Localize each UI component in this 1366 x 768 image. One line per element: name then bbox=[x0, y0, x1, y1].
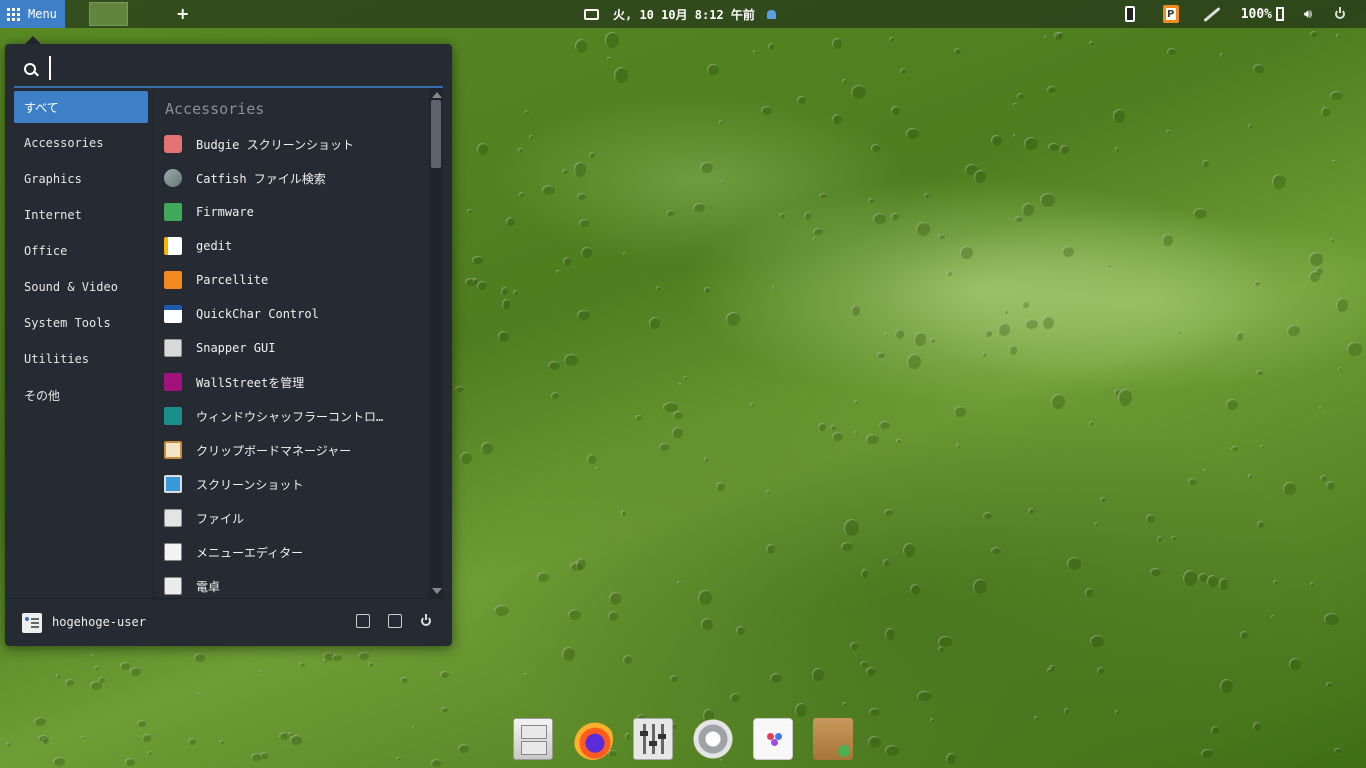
search-underline bbox=[14, 86, 443, 88]
app-quickchar[interactable]: QuickChar Control bbox=[164, 298, 424, 330]
application-menu: すべて Accessories Graphics Internet Office… bbox=[5, 44, 452, 646]
category-graphics[interactable]: Graphics bbox=[14, 163, 148, 195]
app-clipboard-manager[interactable]: クリップボードマネージャー bbox=[164, 434, 424, 466]
app-snapper-gui[interactable]: Snapper GUI bbox=[164, 332, 424, 364]
category-accessories[interactable]: Accessories bbox=[14, 127, 148, 159]
app-label: Parcellite bbox=[196, 273, 269, 287]
category-utilities[interactable]: Utilities bbox=[14, 343, 148, 375]
search-input[interactable] bbox=[49, 56, 447, 80]
category-list: すべて Accessories Graphics Internet Office… bbox=[5, 90, 154, 598]
app-label: スクリーンショット bbox=[196, 477, 304, 492]
app-wallstreet[interactable]: WallStreetを管理 bbox=[164, 366, 424, 398]
system-settings-icon[interactable] bbox=[388, 614, 402, 628]
package-installer-icon[interactable] bbox=[813, 718, 853, 760]
stylus-tray-icon[interactable] bbox=[1201, 0, 1223, 28]
catfish-icon bbox=[164, 169, 182, 187]
category-internet[interactable]: Internet bbox=[14, 199, 148, 231]
app-label: Catfish ファイル検索 bbox=[196, 171, 326, 186]
parcellite-icon bbox=[164, 271, 182, 289]
firmware-icon bbox=[164, 203, 182, 221]
app-label: クリップボードマネージャー bbox=[196, 443, 352, 458]
system-tray: P 100% 🔊︎ bbox=[1119, 0, 1366, 28]
app-calculator[interactable]: 電卓 bbox=[164, 570, 424, 598]
app-label: Firmware bbox=[196, 205, 254, 219]
snapper-icon bbox=[164, 339, 182, 357]
category-sound-video[interactable]: Sound & Video bbox=[14, 271, 148, 303]
parcellite-tray-icon[interactable]: P bbox=[1161, 0, 1181, 28]
app-catfish[interactable]: Catfish ファイル検索 bbox=[164, 162, 424, 194]
files-icon bbox=[164, 509, 182, 527]
calculator-icon bbox=[164, 577, 182, 595]
battery-percent: 100% bbox=[1240, 6, 1272, 22]
workspace-switcher[interactable] bbox=[89, 2, 128, 26]
app-label: gedit bbox=[196, 239, 233, 253]
scrollbar-thumb[interactable] bbox=[431, 100, 441, 168]
category-all[interactable]: すべて bbox=[14, 91, 148, 123]
app-list: Accessories Budgie スクリーンショット Catfish ファイ… bbox=[154, 90, 428, 598]
clipboard-icon bbox=[164, 441, 182, 459]
firefox-icon[interactable] bbox=[573, 718, 613, 760]
battery-indicator[interactable]: 100% bbox=[1241, 0, 1284, 28]
clipboard-tray-icon[interactable] bbox=[1119, 0, 1141, 28]
app-grid-icon bbox=[7, 7, 20, 21]
app-label: WallStreetを管理 bbox=[196, 375, 305, 390]
top-panel: Menu + 火, 10 10月 8:12 午前 P 100% 🔊︎ bbox=[0, 0, 1366, 28]
app-menu-editor[interactable]: メニューエディター bbox=[164, 536, 424, 568]
files-icon[interactable] bbox=[513, 718, 553, 760]
app-window-shuffler[interactable]: ウィンドウシャッフラーコントロ… bbox=[164, 400, 424, 432]
text-editor-icon bbox=[164, 237, 182, 255]
wallstreet-icon bbox=[164, 373, 182, 391]
menu-button-label: Menu bbox=[28, 7, 57, 21]
section-title: Accessories bbox=[165, 100, 265, 118]
menu-popover-arrow bbox=[25, 36, 41, 44]
quickchar-icon bbox=[164, 305, 182, 323]
power-off-icon[interactable] bbox=[418, 613, 434, 629]
screenshot-icon bbox=[164, 475, 182, 493]
app-label: ウィンドウシャッフラーコントロ… bbox=[196, 409, 384, 424]
app-list-scrollbar[interactable] bbox=[429, 88, 443, 598]
clock-text: 火, 10 10月 8:12 午前 bbox=[613, 7, 755, 22]
scroll-down-arrow-icon[interactable] bbox=[432, 588, 442, 594]
battery-icon bbox=[1276, 7, 1284, 21]
power-icon[interactable] bbox=[1330, 0, 1350, 28]
add-workspace-icon[interactable]: + bbox=[176, 4, 189, 23]
lock-screen-icon[interactable] bbox=[356, 614, 370, 628]
dock bbox=[508, 712, 858, 768]
app-label: Budgie スクリーンショット bbox=[196, 137, 354, 152]
folder-icon[interactable] bbox=[584, 8, 599, 20]
app-files[interactable]: ファイル bbox=[164, 502, 424, 534]
app-screenshot[interactable]: スクリーンショット bbox=[164, 468, 424, 500]
category-office[interactable]: Office bbox=[14, 235, 148, 267]
mixer-icon[interactable] bbox=[633, 718, 673, 760]
search-bar bbox=[5, 44, 452, 88]
notification-bell-icon[interactable] bbox=[766, 9, 776, 19]
app-label: 電卓 bbox=[196, 579, 221, 594]
menu-editor-icon bbox=[164, 543, 182, 561]
menu-button[interactable]: Menu bbox=[0, 0, 65, 28]
window-shuffler-icon bbox=[164, 407, 182, 425]
search-icon bbox=[24, 63, 36, 75]
app-gedit[interactable]: gedit bbox=[164, 230, 424, 262]
scroll-up-arrow-icon[interactable] bbox=[432, 92, 442, 98]
camera-icon bbox=[164, 135, 182, 153]
volume-icon[interactable]: 🔊︎ bbox=[1298, 0, 1318, 28]
app-label: メニューエディター bbox=[196, 545, 304, 560]
app-parcellite[interactable]: Parcellite bbox=[164, 264, 424, 296]
menu-footer: hogehoge-user bbox=[5, 598, 452, 647]
category-system-tools[interactable]: System Tools bbox=[14, 307, 148, 339]
app-label: QuickChar Control bbox=[196, 307, 319, 321]
clock-area[interactable]: 火, 10 10月 8:12 午前 bbox=[584, 0, 776, 28]
app-firmware[interactable]: Firmware bbox=[164, 196, 424, 228]
user-avatar[interactable] bbox=[22, 613, 42, 633]
software-store-icon[interactable] bbox=[753, 718, 793, 760]
app-budgie-screenshot[interactable]: Budgie スクリーンショット bbox=[164, 128, 424, 160]
settings-gear-icon[interactable] bbox=[693, 718, 733, 760]
app-label: ファイル bbox=[196, 511, 245, 526]
app-label: Snapper GUI bbox=[196, 341, 276, 355]
category-other[interactable]: その他 bbox=[14, 379, 148, 411]
user-name[interactable]: hogehoge-user bbox=[52, 615, 146, 629]
